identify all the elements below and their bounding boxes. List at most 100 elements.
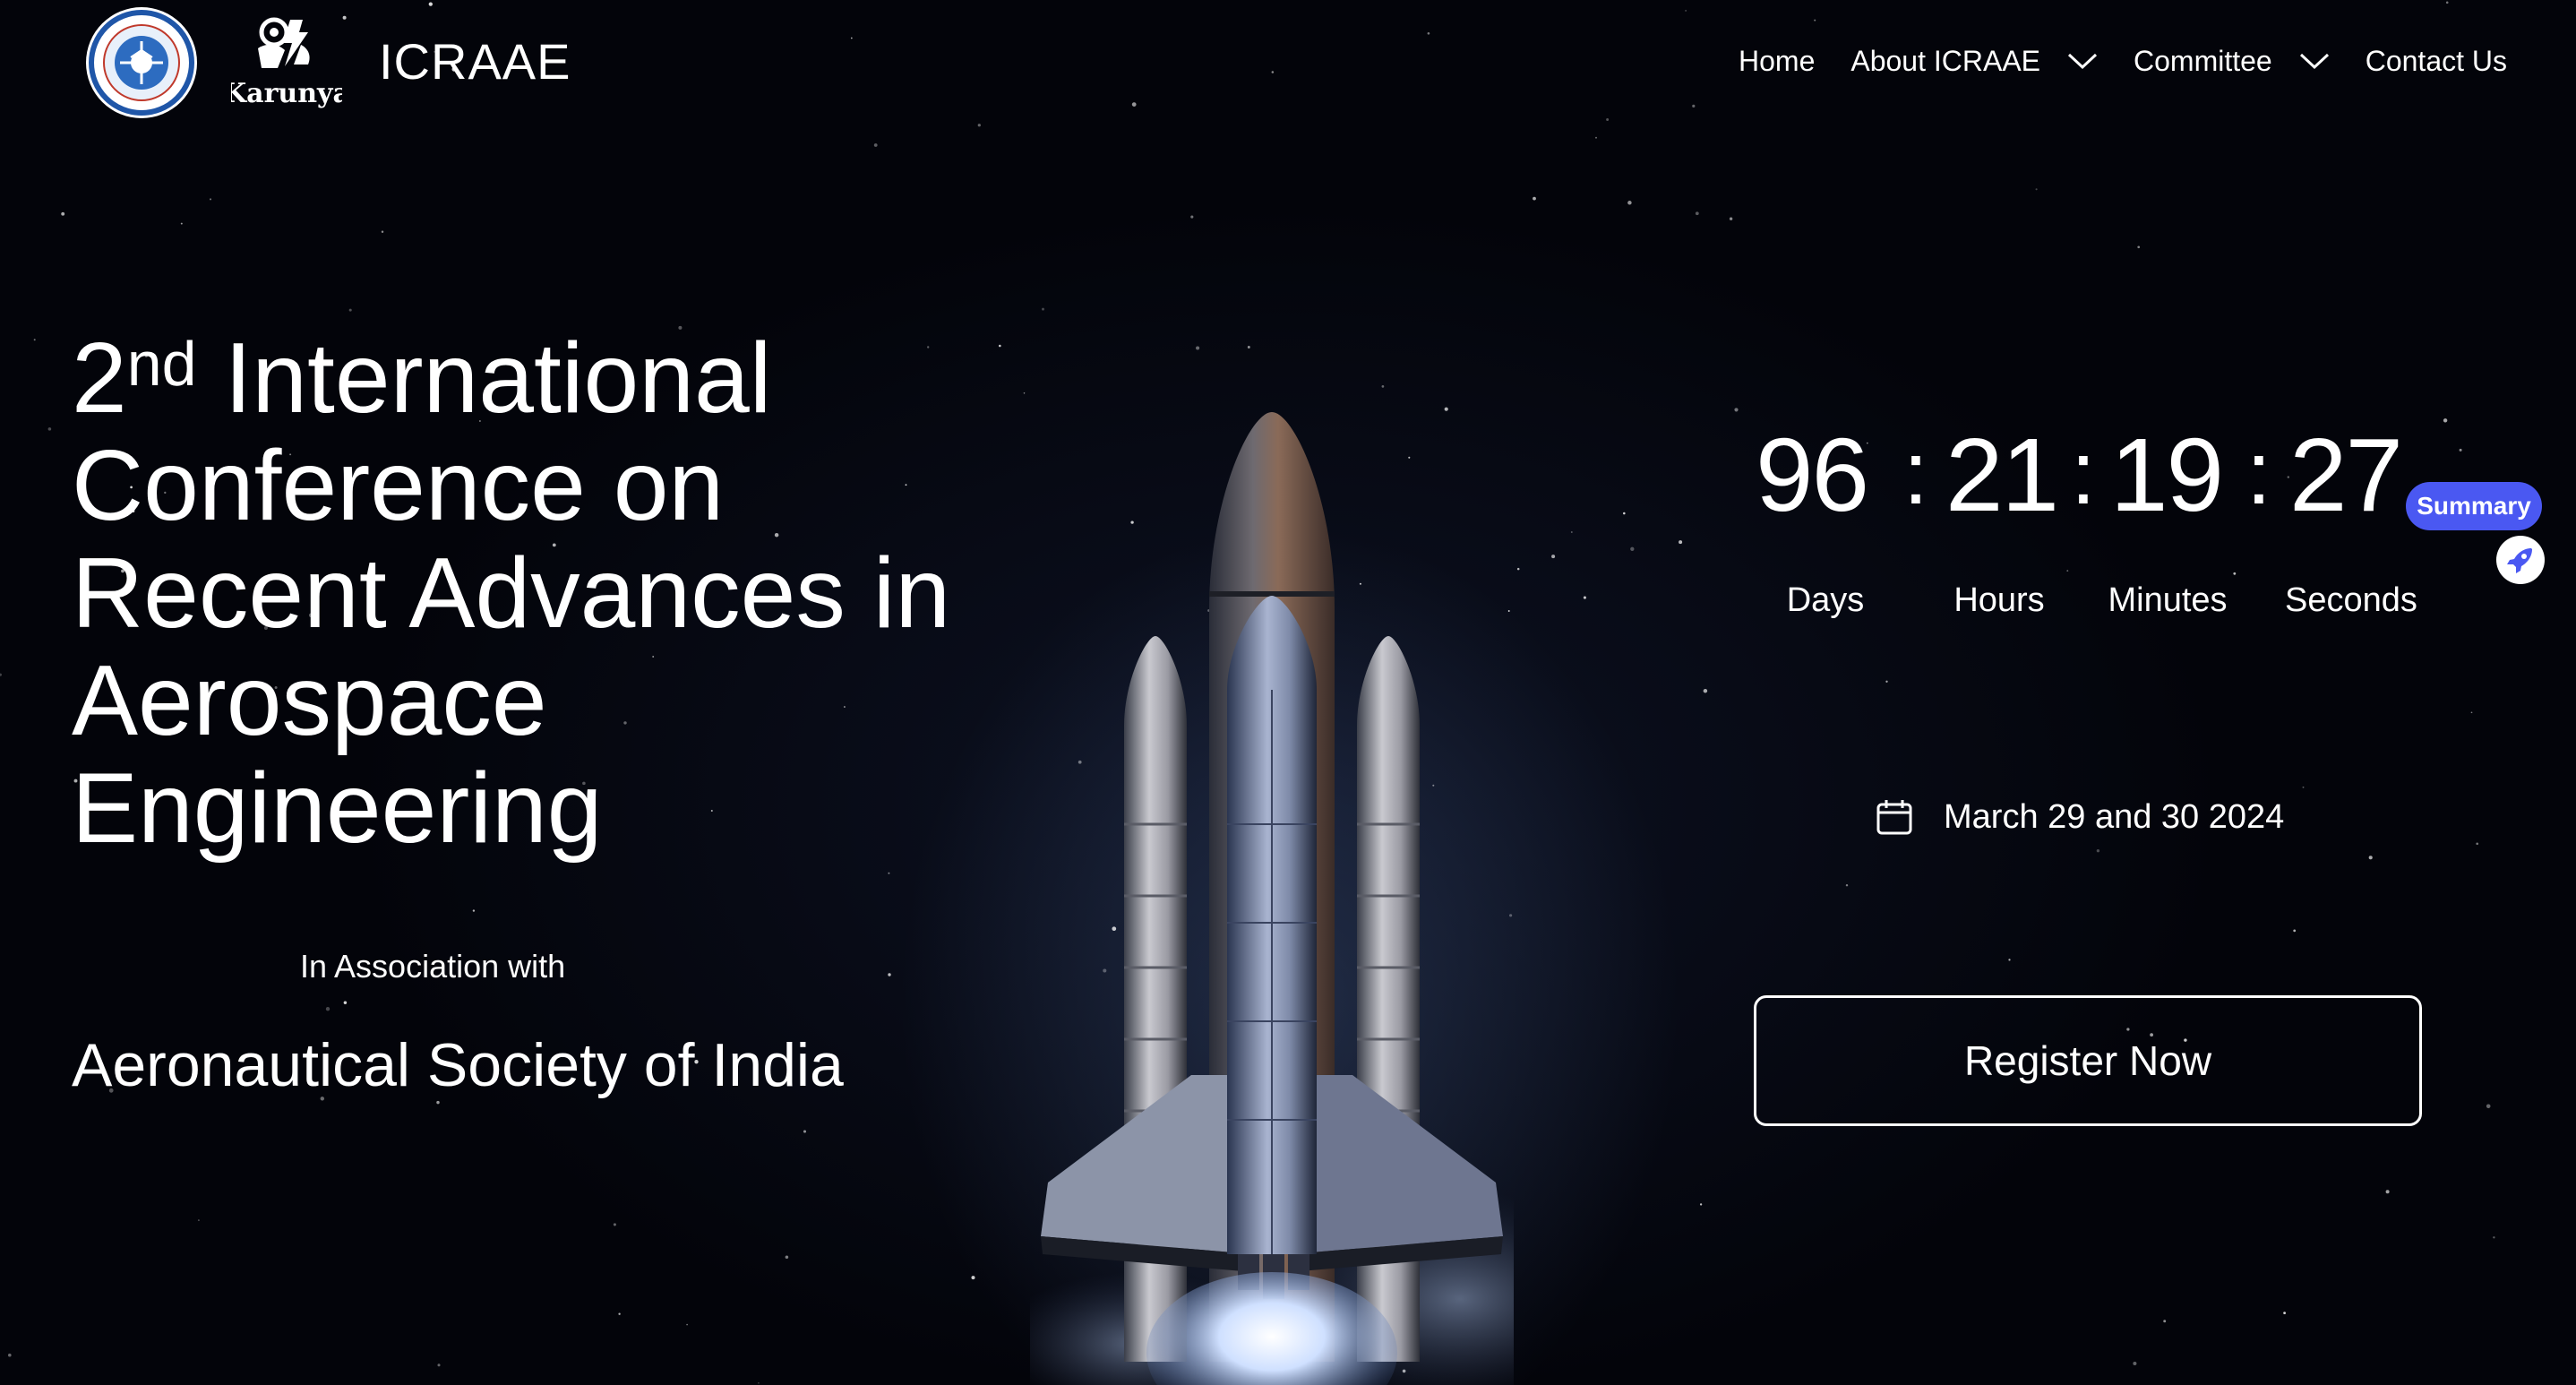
star [1516,567,1520,571]
star [785,1255,789,1260]
star [47,427,52,431]
title-line-1: International [196,323,772,434]
event-date: March 29 and 30 2024 [1876,793,2284,841]
title-ordinal-suffix: nd [126,329,197,399]
star [325,1007,331,1011]
star [2470,711,2473,714]
countdown-seconds-label: Seconds [2285,581,2417,619]
title-line-5: Engineering [72,753,603,864]
star [977,124,981,127]
nav-contact-label[interactable]: Contact Us [2366,39,2507,82]
star [2293,929,2297,933]
countdown-separator: : [1903,423,1928,523]
star [2445,1,2449,4]
star [2459,448,2462,452]
star [1623,512,1626,515]
summary-badge[interactable]: Summary [2406,482,2542,530]
star [1679,540,1683,545]
star [1845,883,1849,887]
site-brand[interactable]: ICRAAE [379,32,571,91]
star [2066,570,2069,572]
star [437,1363,441,1367]
star [888,973,891,976]
star [1190,215,1194,219]
nav-committee-label[interactable]: Committee [2134,39,2272,82]
countdown-separator: : [2246,423,2271,523]
star [2385,1190,2390,1194]
star [873,143,878,147]
star [1247,346,1250,348]
nav-contact[interactable]: Contact Us [2366,39,2507,82]
star [209,198,212,201]
star [1583,596,1586,599]
countdown-timer: 96 : 21 : 19 : 27 [1756,421,2418,529]
countdown-hours-label: Hours [1953,581,2045,619]
star [1595,136,1597,139]
chevron-down-icon[interactable] [2299,52,2330,70]
calendar-icon [1876,800,1912,835]
star [2283,1312,2287,1315]
countdown-hours: 21 [1945,417,2059,533]
chevron-down-icon[interactable] [2067,52,2098,70]
star [2008,959,2011,961]
countdown-days: 96 [1756,417,1869,533]
star [686,1323,688,1326]
star [1885,680,1888,683]
title-line-4: Aerospace [72,645,547,756]
star [1131,102,1137,107]
star [472,909,476,912]
star [2163,1320,2167,1323]
star [381,230,384,234]
society-name: Aeronautical Society of India [72,1031,844,1099]
nav-about-label[interactable]: About ICRAAE [1850,39,2040,82]
star [2443,418,2448,423]
star [1606,118,1610,121]
star [2096,849,2100,853]
rocket-illustration [1030,412,1514,1385]
star [2233,572,2237,575]
star [613,1223,616,1226]
nav-home[interactable]: Home [1739,39,1815,82]
countdown-separator: : [2071,423,2096,523]
star [850,37,853,39]
association-label: In Association with [300,948,566,985]
star [428,2,433,6]
star [2493,1236,2495,1239]
star [2133,1361,2137,1366]
star [1699,1203,1703,1206]
countdown-seconds: 27 [2289,417,2403,533]
star [61,211,65,216]
star [1042,307,1044,311]
register-now-button[interactable]: Register Now [1754,995,2422,1126]
countdown-minutes-label: Minutes [2108,581,2228,619]
star [803,1130,807,1133]
star [197,1219,200,1222]
star [888,872,890,874]
nav-home-label[interactable]: Home [1739,39,1815,82]
star [348,308,352,312]
star [1729,217,1733,220]
star [2035,188,2038,191]
star [758,1381,760,1384]
nav-about[interactable]: About ICRAAE [1850,39,2098,82]
karunya-logo[interactable]: Karunya [231,13,342,113]
star [342,15,347,20]
star [1570,531,1573,533]
star [2476,842,2479,846]
star [2368,856,2373,860]
star [971,1276,975,1280]
countdown-minutes: 19 [2110,417,2224,533]
nav-committee[interactable]: Committee [2134,39,2330,82]
star [1427,31,1430,35]
star [1685,10,1687,12]
star [0,673,2,676]
summary-widget-button[interactable] [2496,536,2545,584]
main-nav: Home About ICRAAE Committee Contact Us [1739,39,2507,82]
star [1734,408,1739,412]
star [1630,546,1635,551]
star [33,339,36,341]
star [618,1312,621,1315]
star [1533,196,1536,201]
aeronautical-society-logo[interactable] [84,5,199,120]
star [1196,346,1200,350]
